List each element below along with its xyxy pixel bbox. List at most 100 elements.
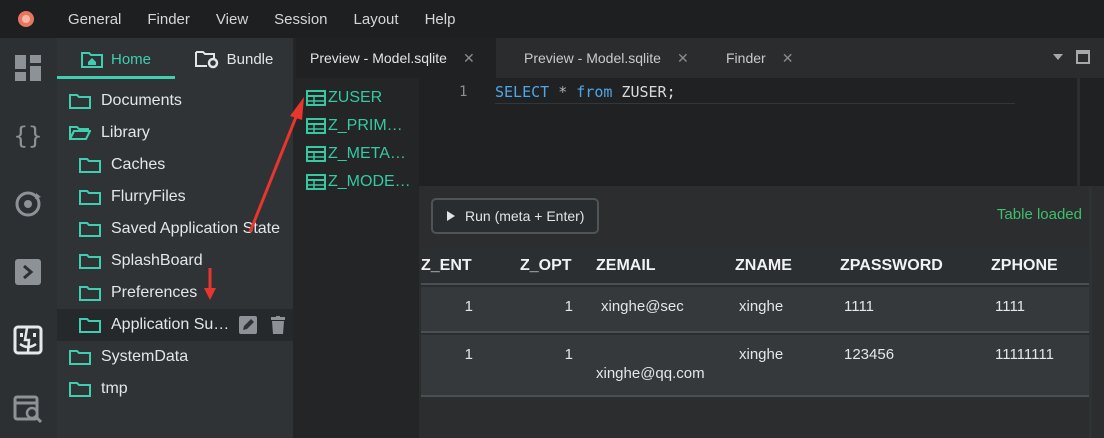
folder-icon: [79, 190, 101, 205]
tree-folder[interactable]: Saved Application State: [57, 213, 293, 245]
tree-folder-label: SplashBoard: [111, 252, 203, 269]
app-logo-icon[interactable]: [18, 11, 34, 27]
tree-folder[interactable]: Documents: [57, 85, 293, 117]
tab-finder[interactable]: Finder ✕: [701, 38, 811, 78]
tree-folder[interactable]: Caches: [57, 149, 293, 181]
line-gutter: 1: [419, 78, 479, 186]
current-line-highlight: [495, 103, 1015, 104]
table-list-item[interactable]: Z_PRIM…: [306, 115, 419, 137]
chevron-down-icon[interactable]: [1052, 53, 1064, 61]
menu-help[interactable]: Help: [425, 11, 456, 28]
sql-code[interactable]: SELECT * from ZUSER;: [495, 83, 676, 101]
finder-icon[interactable]: [8, 320, 48, 360]
tree-folder-label: Saved Application State: [111, 220, 281, 237]
table-cell: xinghe: [739, 298, 784, 315]
folder-icon: [79, 318, 101, 333]
tree-folder-label: Library: [101, 124, 150, 141]
table-list-item[interactable]: Z_MODE…: [306, 171, 419, 193]
table-name: ZUSER: [328, 89, 383, 106]
column-header[interactable]: ZNAME: [735, 257, 792, 275]
editor-scrollbar[interactable]: [1077, 78, 1080, 186]
svg-text:{}: {}: [14, 122, 43, 150]
tree-folder[interactable]: SystemData: [57, 341, 293, 373]
code-token: SELECT: [495, 83, 550, 101]
folder-icon: [79, 222, 101, 237]
play-icon: [447, 211, 455, 221]
menu-session[interactable]: Session: [274, 11, 327, 28]
tree-folder[interactable]: Library: [57, 117, 293, 149]
terminal-icon[interactable]: [8, 252, 48, 292]
tree-folder[interactable]: Application Su…: [57, 309, 293, 341]
close-icon[interactable]: ✕: [677, 50, 689, 67]
run-query-button[interactable]: Run (meta + Enter): [431, 198, 599, 234]
menu-view[interactable]: View: [216, 11, 248, 28]
tree-folder-label: Caches: [111, 156, 166, 173]
menu-bar: General Finder View Session Layout Help: [0, 0, 1104, 38]
maximize-icon[interactable]: [1076, 50, 1090, 64]
table-cell: xinghe@sec: [601, 298, 684, 315]
table-name: Z_PRIM…: [328, 117, 403, 134]
tab-home[interactable]: Home: [57, 38, 175, 80]
close-icon[interactable]: ✕: [782, 50, 794, 67]
gear-folder-icon: [194, 51, 218, 69]
tab-preview-model-2[interactable]: Preview - Model.sqlite ✕: [509, 38, 699, 78]
column-header[interactable]: Z_ENT: [421, 257, 472, 275]
tab-label: Finder: [726, 50, 766, 66]
dashboard-icon[interactable]: [8, 48, 48, 88]
tree-folder-label: tmp: [101, 380, 128, 397]
table-cell: 1: [564, 346, 573, 363]
tab-tools: [1052, 50, 1090, 64]
run-query-label: Run (meta + Enter): [465, 208, 585, 224]
tab-home-label: Home: [110, 50, 151, 68]
tree-folder-label: Preferences: [111, 284, 198, 301]
table-row[interactable]: 1 1 xinghe@sec xinghe 1111 1111: [421, 287, 1091, 333]
column-header[interactable]: ZEMAIL: [596, 257, 656, 275]
table-cell: 1111: [844, 298, 875, 315]
menu-finder[interactable]: Finder: [147, 11, 190, 28]
code-token: *: [558, 83, 568, 101]
sidebar-tabs: Home Bundle: [57, 38, 293, 80]
table-cell: 1: [464, 346, 473, 363]
home-folder-icon: [80, 52, 103, 68]
tab-preview-model-1[interactable]: Preview - Model.sqlite ✕: [296, 38, 496, 78]
code-token: ZUSER;: [612, 83, 676, 101]
folder-icon: [69, 94, 91, 109]
tree-folder-label: Application Su…: [111, 316, 230, 333]
sql-editor[interactable]: 1 SELECT * from ZUSER;: [419, 78, 1104, 186]
folder-open-icon: [69, 126, 91, 140]
folder-icon: [69, 382, 91, 397]
results-scrollbar[interactable]: [1089, 186, 1092, 438]
table-row[interactable]: 1 1 xinghe@qq.com xinghe 123456 11111111: [421, 335, 1091, 397]
column-header[interactable]: ZPASSWORD: [840, 257, 943, 275]
table-cell: 123456: [844, 346, 895, 363]
table-list-item[interactable]: Z_META…: [306, 143, 419, 165]
code-braces-icon[interactable]: {}: [8, 116, 48, 156]
column-header[interactable]: ZPHONE: [991, 257, 1058, 275]
close-icon[interactable]: ✕: [463, 50, 475, 67]
table-icon: [306, 118, 326, 134]
tree-folder[interactable]: tmp: [57, 373, 293, 405]
folder-icon: [69, 350, 91, 365]
calendar-search-icon[interactable]: [8, 388, 48, 428]
rename-icon[interactable]: [239, 316, 257, 334]
activity-bar: {}: [0, 38, 57, 438]
table-cell: xinghe@qq.com: [596, 365, 705, 382]
menu-layout[interactable]: Layout: [354, 11, 399, 28]
menu-general[interactable]: General: [68, 11, 121, 28]
trash-icon[interactable]: [271, 316, 285, 334]
column-header[interactable]: Z_OPT: [520, 257, 572, 275]
sync-gear-icon[interactable]: [8, 184, 48, 224]
tree-folder[interactable]: FlurryFiles: [57, 181, 293, 213]
code-token: from: [576, 83, 613, 101]
status-text: Table loaded: [996, 206, 1082, 223]
tree-folder[interactable]: Preferences: [57, 277, 293, 309]
tab-bundle-label: Bundle: [226, 50, 274, 68]
table-list-item[interactable]: ZUSER: [306, 87, 419, 109]
table-icon: [306, 146, 326, 162]
tree-folder[interactable]: SplashBoard: [57, 245, 293, 277]
tab-label: Preview - Model.sqlite: [310, 50, 447, 66]
active-tab-indicator: [57, 76, 175, 79]
tab-bundle[interactable]: Bundle: [175, 38, 293, 80]
